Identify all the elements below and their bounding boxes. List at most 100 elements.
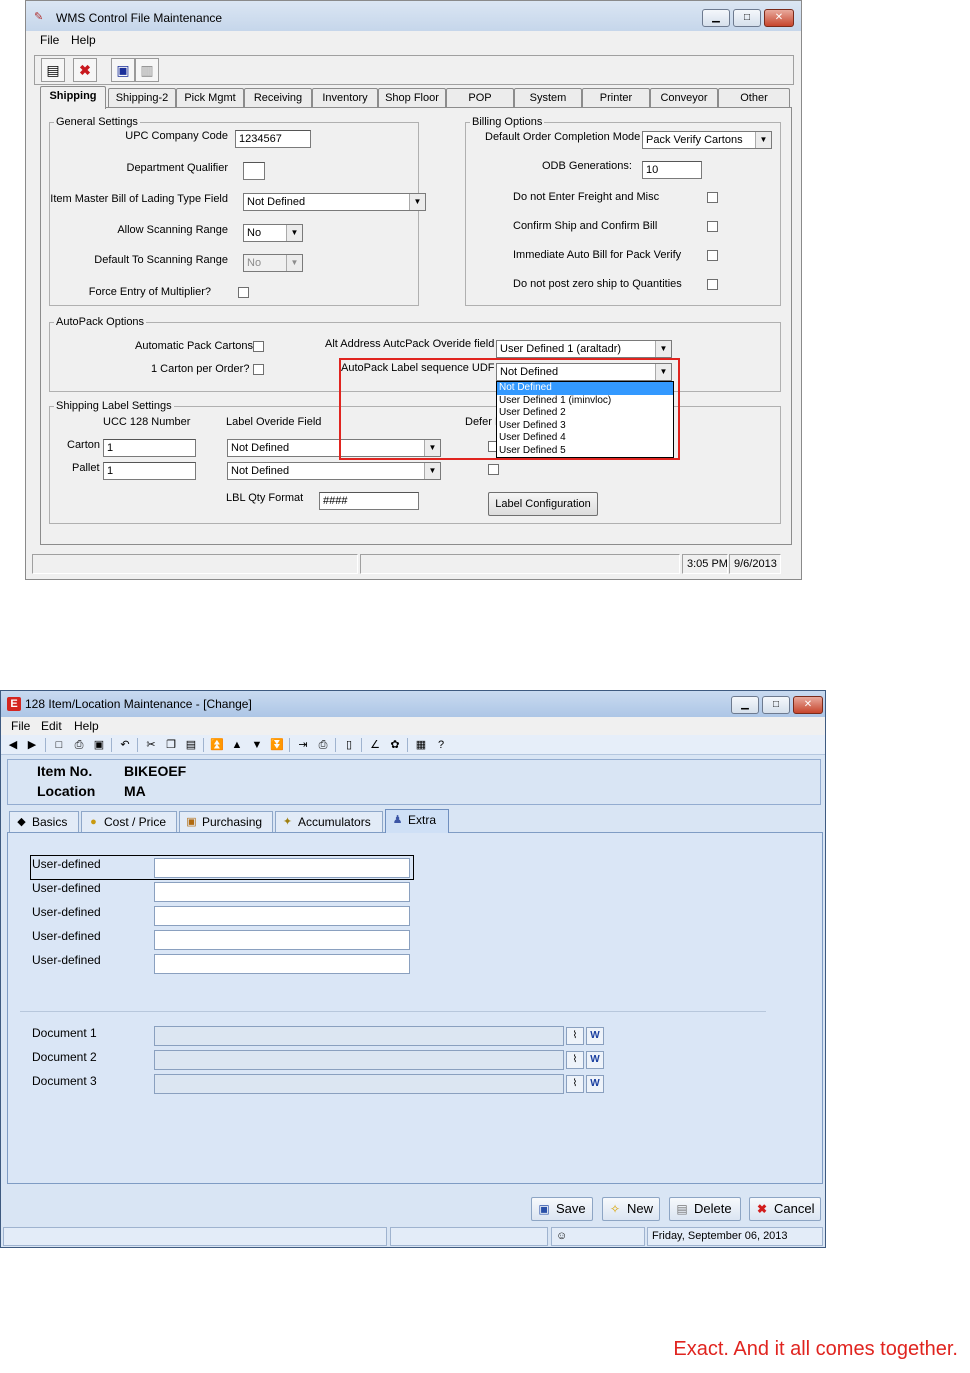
- tab-shipping-2[interactable]: Shipping-2: [108, 88, 176, 108]
- allow-scanning-range-select[interactable]: No ▼: [243, 224, 303, 242]
- default-scanning-range-select: No ▼: [243, 254, 303, 272]
- status-date: Friday, September 06, 2013: [647, 1227, 823, 1246]
- help-icon[interactable]: ?: [433, 737, 449, 753]
- tab-cost-price[interactable]: ● Cost / Price: [81, 811, 177, 833]
- tab-shop-floor[interactable]: Shop Floor: [378, 88, 446, 108]
- trash-icon[interactable]: ▥: [135, 58, 159, 82]
- carton-ucc-input[interactable]: 1: [103, 439, 196, 457]
- toolbar-separator: [407, 738, 408, 752]
- item-header: Item No. BIKEOEF Location MA: [7, 759, 821, 805]
- force-multiplier-checkbox[interactable]: [238, 287, 249, 298]
- new-button[interactable]: ✧ New: [602, 1197, 660, 1221]
- app-icon: ✎: [34, 11, 44, 23]
- menu-file[interactable]: File: [40, 33, 59, 47]
- completion-mode-select[interactable]: Pack Verify Cartons ▼: [642, 131, 772, 149]
- maximize-button[interactable]: □: [733, 9, 761, 27]
- tab-basics[interactable]: ◆ Basics: [9, 811, 79, 833]
- user-defined-input-3[interactable]: [154, 906, 410, 926]
- save-icon[interactable]: ▣: [91, 737, 107, 753]
- attach-icon[interactable]: ⌇: [566, 1051, 584, 1069]
- paste-icon[interactable]: ▤: [183, 737, 199, 753]
- chart-icon[interactable]: ∠: [367, 737, 383, 753]
- minimize-button[interactable]: ▁: [702, 9, 730, 27]
- menu-help[interactable]: Help: [71, 33, 96, 47]
- next-record-icon[interactable]: ▼: [249, 737, 265, 753]
- close-button[interactable]: ✕: [793, 696, 823, 714]
- auto-cartons-checkbox[interactable]: [253, 341, 264, 352]
- attach-icon[interactable]: ⌇: [566, 1027, 584, 1045]
- zero-ship-checkbox[interactable]: [707, 279, 718, 290]
- cancel-label: Cancel: [774, 1201, 815, 1216]
- pallet-defer-checkbox[interactable]: [488, 464, 499, 475]
- menu-file[interactable]: File: [11, 719, 30, 733]
- save-icon[interactable]: ▣: [111, 58, 135, 82]
- tab-conveyor[interactable]: Conveyor: [650, 88, 718, 108]
- user-defined-input-4[interactable]: [154, 930, 410, 950]
- cut-icon[interactable]: ✂: [143, 737, 159, 753]
- shipping-label-legend: Shipping Label Settings: [56, 400, 172, 412]
- tab-system[interactable]: System: [514, 88, 582, 108]
- word-doc-icon[interactable]: W: [586, 1051, 604, 1069]
- print-icon[interactable]: ⎙: [71, 737, 87, 753]
- pallet-ucc-input[interactable]: 1: [103, 462, 196, 480]
- new-icon[interactable]: ▤: [41, 58, 65, 82]
- qty-format-input[interactable]: ####: [319, 492, 419, 510]
- word-doc-icon[interactable]: W: [586, 1027, 604, 1045]
- toolbar-separator: [361, 738, 362, 752]
- calculator-icon[interactable]: ▦: [413, 737, 429, 753]
- copy-icon[interactable]: ❐: [163, 737, 179, 753]
- user-defined-input-1[interactable]: [154, 858, 410, 878]
- user-defined-input-2[interactable]: [154, 882, 410, 902]
- attach-icon[interactable]: ⌇: [566, 1075, 584, 1093]
- new-icon[interactable]: □: [51, 737, 67, 753]
- export-icon[interactable]: ⇥: [295, 737, 311, 753]
- last-record-icon[interactable]: ⏬: [269, 737, 285, 753]
- bol-type-select[interactable]: Not Defined ▼: [243, 193, 426, 211]
- alt-address-select[interactable]: User Defined 1 (araltadr) ▼: [496, 340, 672, 358]
- document-3-input[interactable]: [154, 1074, 564, 1094]
- autobill-checkbox[interactable]: [707, 250, 718, 261]
- odb-generations-input[interactable]: 10: [642, 161, 702, 179]
- pallet-override-select[interactable]: Not Defined ▼: [227, 462, 441, 480]
- tab-pop[interactable]: POP: [446, 88, 514, 108]
- word-doc-icon[interactable]: W: [586, 1075, 604, 1093]
- tab-accumulators[interactable]: ✦ Accumulators: [275, 811, 383, 833]
- document-2-input[interactable]: [154, 1050, 564, 1070]
- confirm-checkbox[interactable]: [707, 221, 718, 232]
- menu-edit[interactable]: Edit: [41, 719, 62, 733]
- close-button[interactable]: ✕: [764, 9, 794, 27]
- previous-record-icon[interactable]: ▲: [229, 737, 245, 753]
- tab-pick-mgmt[interactable]: Pick Mgmt: [176, 88, 244, 108]
- maximize-button[interactable]: □: [762, 696, 790, 714]
- tab-other[interactable]: Other: [718, 88, 790, 108]
- tab-receiving[interactable]: Receiving: [244, 88, 312, 108]
- default-scan-label: Default To Scanning Range: [94, 254, 228, 266]
- label-configuration-button[interactable]: Label Configuration: [488, 492, 598, 516]
- first-record-icon[interactable]: ⏫: [209, 737, 225, 753]
- upc-company-code-input[interactable]: 1234567: [235, 130, 311, 148]
- back-icon[interactable]: ◀: [5, 737, 21, 753]
- tab-extra[interactable]: ♟ Extra: [385, 809, 449, 833]
- save-button[interactable]: ▣ Save: [531, 1197, 593, 1221]
- printer-icon[interactable]: ⎙: [315, 737, 331, 753]
- minimize-button[interactable]: ▁: [731, 696, 759, 714]
- tab-purchasing[interactable]: ▣ Purchasing: [179, 811, 273, 833]
- tab-shipping[interactable]: Shipping: [40, 86, 106, 109]
- tab-inventory[interactable]: Inventory: [312, 88, 378, 108]
- palette-icon[interactable]: ✿: [387, 737, 403, 753]
- forward-icon[interactable]: ▶: [24, 737, 40, 753]
- undo-icon[interactable]: ↶: [117, 737, 133, 753]
- freight-checkbox[interactable]: [707, 192, 718, 203]
- force-multiplier-label: Force Entry of Multiplier?: [88, 286, 211, 298]
- freight-label: Do not Enter Freight and Misc: [513, 191, 660, 203]
- tab-printer[interactable]: Printer: [582, 88, 650, 108]
- delete-button[interactable]: ▤ Delete: [669, 1197, 741, 1221]
- department-qualifier-input[interactable]: [243, 162, 265, 180]
- menu-help[interactable]: Help: [74, 719, 99, 733]
- notes-icon[interactable]: ▯: [341, 737, 357, 753]
- delete-record-icon[interactable]: ✖: [73, 58, 97, 82]
- one-carton-checkbox[interactable]: [253, 364, 264, 375]
- cancel-button[interactable]: ✖ Cancel: [749, 1197, 821, 1221]
- document-1-input[interactable]: [154, 1026, 564, 1046]
- user-defined-input-5[interactable]: [154, 954, 410, 974]
